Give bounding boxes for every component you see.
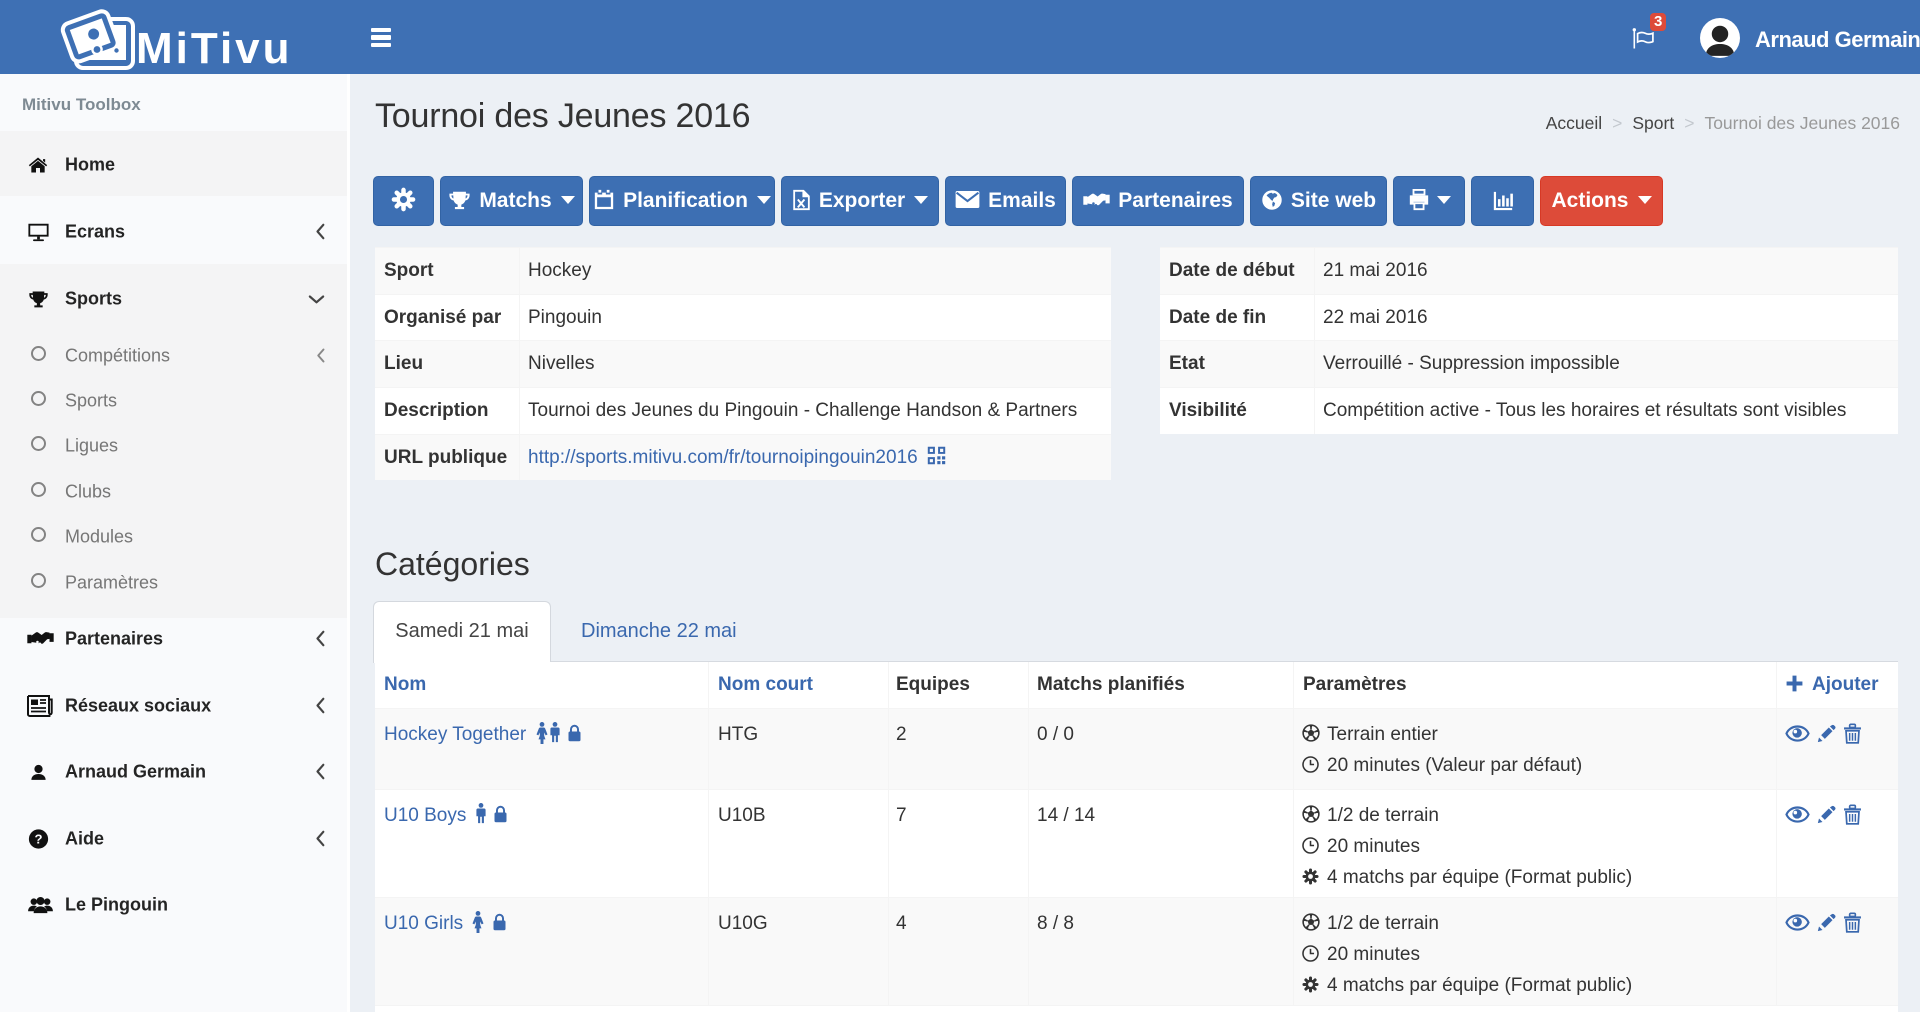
svg-text:MiTivu: MiTivu (136, 24, 288, 71)
